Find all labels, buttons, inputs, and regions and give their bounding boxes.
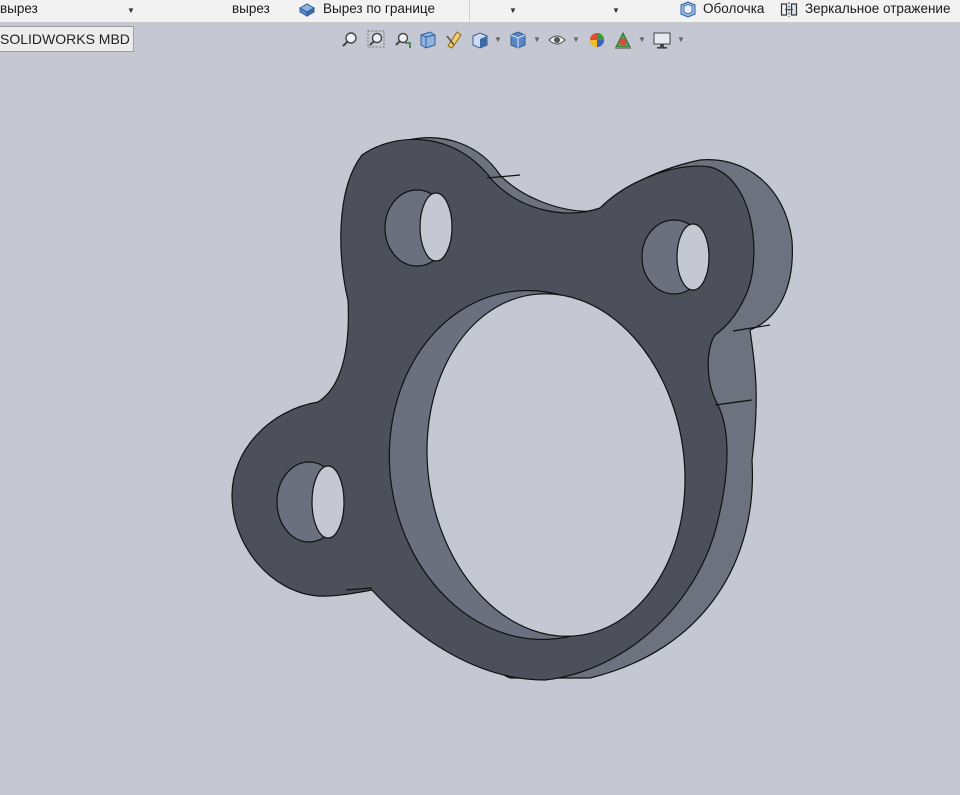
boundary-cut-icon bbox=[298, 3, 316, 17]
zoom-to-fit-icon[interactable] bbox=[340, 29, 360, 51]
cut-left-label[interactable]: вырез bbox=[0, 0, 38, 18]
previous-view-icon[interactable] bbox=[392, 29, 412, 51]
hole-right bbox=[641, 219, 710, 295]
mirror-icon bbox=[780, 2, 798, 17]
ribbon-divider bbox=[469, 0, 470, 22]
hole-bottom-left bbox=[276, 461, 345, 543]
tab-label: SOLIDWORKS MBD bbox=[0, 31, 130, 47]
tab-solidworks-mbd[interactable]: SOLIDWORKS MBD bbox=[0, 26, 134, 52]
section-view-icon[interactable] bbox=[418, 29, 438, 51]
display-style-icon[interactable] bbox=[508, 29, 528, 51]
ribbon-dropdown-a[interactable]: ▼ bbox=[509, 6, 517, 15]
cut-mid-label[interactable]: вырез bbox=[232, 0, 270, 18]
dynamic-annotation-icon[interactable] bbox=[444, 29, 464, 51]
display-style-dropdown[interactable]: ▼ bbox=[533, 35, 541, 44]
view-orientation-icon[interactable] bbox=[470, 29, 490, 51]
boundary-cut-label: Вырез по границе bbox=[323, 1, 435, 16]
view-settings-icon[interactable] bbox=[652, 29, 672, 51]
hide-show-icon[interactable] bbox=[547, 29, 567, 51]
graphics-area[interactable] bbox=[0, 52, 960, 790]
apply-scene-dropdown[interactable]: ▼ bbox=[638, 35, 646, 44]
ribbon-dropdown-b[interactable]: ▼ bbox=[612, 6, 620, 15]
edit-appearance-icon[interactable] bbox=[587, 29, 607, 51]
apply-scene-icon[interactable] bbox=[613, 29, 633, 51]
flange-part-model[interactable] bbox=[0, 52, 960, 790]
hide-show-dropdown[interactable]: ▼ bbox=[572, 35, 580, 44]
zoom-to-area-icon[interactable] bbox=[366, 29, 386, 51]
view-settings-dropdown[interactable]: ▼ bbox=[677, 35, 685, 44]
cut-left-dropdown[interactable]: ▼ bbox=[127, 6, 135, 15]
shell-label: Оболочка bbox=[703, 1, 765, 16]
mirror-label: Зеркальное отражение bbox=[805, 1, 951, 16]
view-orientation-dropdown[interactable]: ▼ bbox=[494, 35, 502, 44]
shell-icon bbox=[680, 1, 696, 18]
hole-top-left bbox=[384, 189, 453, 267]
command-ribbon: вырез ▼ вырез Вырез по границе ▼ ▼ Оболо… bbox=[0, 0, 960, 23]
